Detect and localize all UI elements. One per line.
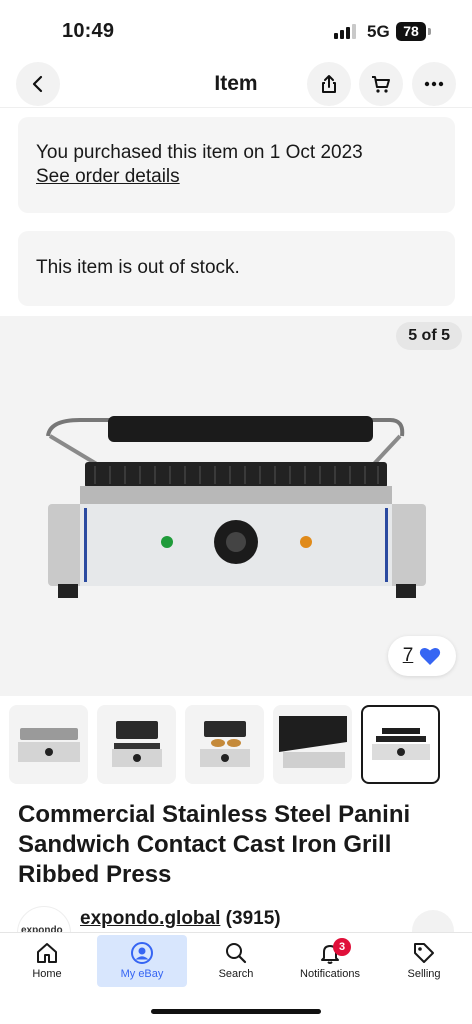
thumbnail-image: [17, 727, 80, 762]
thumbnail-image: [371, 727, 430, 760]
purchase-card: You purchased this item on 1 Oct 2023 Se…: [18, 117, 455, 213]
home-indicator: [151, 1009, 321, 1014]
order-details-link[interactable]: See order details: [36, 166, 437, 188]
cart-button[interactable]: [359, 62, 403, 106]
more-options-button[interactable]: [412, 62, 456, 106]
stock-card: This item is out of stock.: [18, 231, 455, 306]
nav-header: Item: [0, 60, 472, 108]
purchase-text: You purchased this item on 1 Oct 2023: [36, 142, 363, 163]
thumbnail-image: [278, 715, 347, 768]
thumbnail-5[interactable]: [361, 705, 440, 784]
tab-selling[interactable]: Selling: [379, 935, 469, 987]
thumbnail-image: [199, 720, 250, 767]
tab-label: Home: [32, 968, 62, 980]
user-icon: [131, 942, 153, 964]
thumbnail-3[interactable]: [185, 705, 264, 784]
thumbnail-1[interactable]: [9, 705, 88, 784]
tab-notifications[interactable]: 3 Notifications: [285, 935, 375, 987]
tag-icon: [414, 943, 434, 963]
product-title: Commercial Stainless Steel Panini Sandwi…: [18, 801, 411, 888]
seller-info: expondo.global (3915): [80, 908, 281, 930]
notification-badge: 3: [333, 938, 351, 956]
image-counter: 5 of 5: [396, 322, 462, 350]
watch-button[interactable]: 7: [388, 636, 456, 676]
seller-feedback: (3915): [225, 908, 281, 929]
cart-icon: [372, 76, 390, 93]
home-icon: [37, 943, 57, 963]
battery-icon: 78: [396, 22, 426, 41]
tab-label: My eBay: [120, 968, 164, 980]
tab-label: Search: [218, 968, 254, 980]
thumbnail-image: [111, 720, 162, 767]
heart-icon: [420, 647, 441, 665]
image-gallery[interactable]: 5 of 5 7: [0, 316, 472, 696]
status-time: 10:49: [62, 20, 115, 42]
search-icon: [226, 943, 247, 964]
status-bar: 10:49 5G 78: [0, 0, 472, 60]
tab-home[interactable]: Home: [2, 935, 92, 987]
watch-count: 7: [402, 645, 414, 666]
battery-cap: [428, 28, 431, 35]
tab-label: Selling: [407, 968, 441, 980]
seller-name-link[interactable]: expondo.global: [80, 908, 220, 929]
signal-icon: [334, 24, 356, 39]
network-type: 5G: [367, 22, 390, 41]
thumbnail-strip: [9, 705, 440, 784]
tab-label: Notifications: [300, 968, 360, 980]
tab-search[interactable]: Search: [191, 935, 281, 987]
more-icon: [424, 81, 444, 87]
tab-my-ebay[interactable]: My eBay: [97, 935, 187, 987]
thumbnail-4[interactable]: [273, 705, 352, 784]
stock-text: This item is out of stock.: [36, 257, 240, 278]
thumbnail-2[interactable]: [97, 705, 176, 784]
share-icon: [322, 75, 336, 93]
share-button[interactable]: [307, 62, 351, 106]
